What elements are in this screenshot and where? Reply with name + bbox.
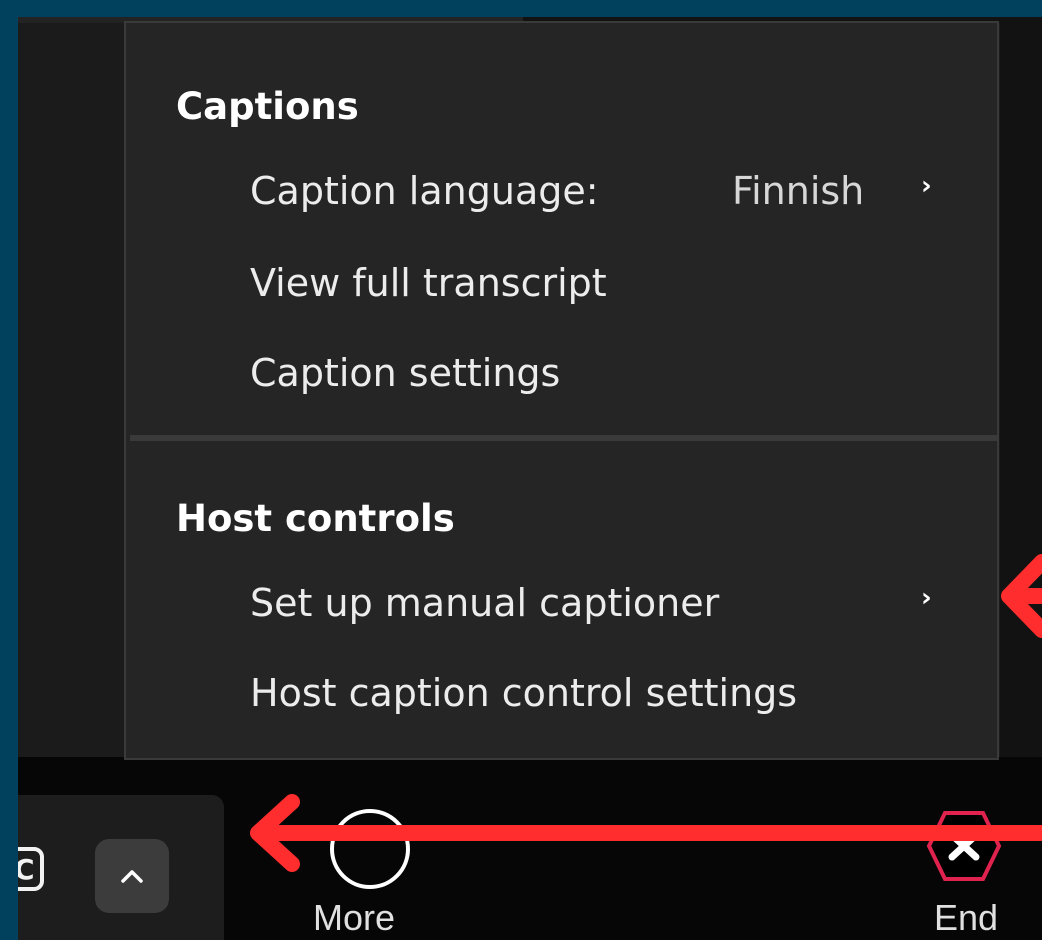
- more-button[interactable]: [330, 809, 410, 889]
- captions-options-button[interactable]: [95, 839, 169, 913]
- menu-item-host-caption-control-settings[interactable]: Host caption control settings: [250, 671, 797, 715]
- menu-divider: [130, 435, 997, 441]
- closed-captions-icon[interactable]: CC: [18, 847, 44, 891]
- set-up-manual-captioner-label: Set up manual captioner: [250, 581, 720, 625]
- caption-language-value: Finnish: [732, 169, 865, 213]
- host-controls-section-title: Host controls: [176, 497, 455, 540]
- end-call-hexagon-icon[interactable]: [926, 809, 1002, 883]
- chevron-right-icon: ›: [921, 583, 932, 613]
- caption-language-label: Caption language:: [250, 169, 599, 213]
- captions-button-group: CC captions: [18, 795, 224, 940]
- more-label: More: [313, 897, 396, 938]
- meeting-toolbar: CC captions More End: [18, 757, 1042, 940]
- captions-menu: Captions Caption language: Finnish › Vie…: [124, 21, 999, 760]
- menu-item-view-full-transcript[interactable]: View full transcript: [250, 261, 607, 305]
- captions-label: captions: [18, 935, 110, 940]
- captions-section-title: Captions: [176, 85, 359, 128]
- chevron-right-icon: ›: [921, 171, 932, 201]
- menu-item-caption-settings[interactable]: Caption settings: [250, 351, 560, 395]
- end-label: End: [934, 897, 999, 938]
- right-dark-panel: [1000, 17, 1042, 757]
- chevron-up-icon: [121, 870, 143, 883]
